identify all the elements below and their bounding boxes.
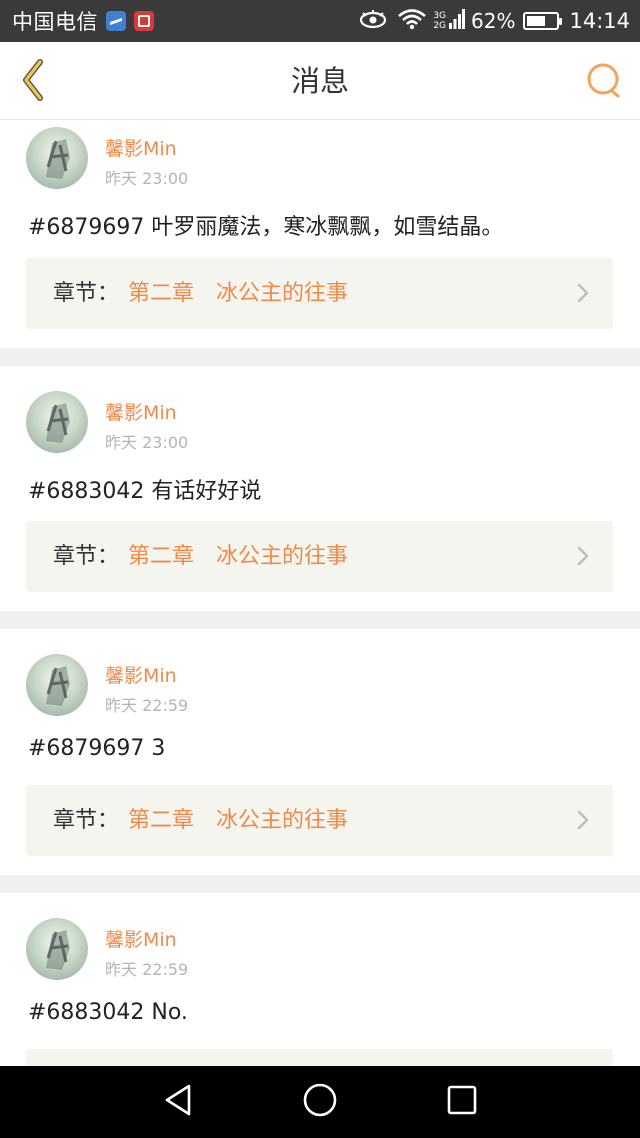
chapter-label: 章节： [53,281,120,306]
avatar[interactable] [26,918,88,980]
page-title: 消息 [290,64,349,98]
chevron-left-icon [18,58,50,106]
back-triangle-icon [163,1083,193,1121]
navigation-bar [0,1066,640,1138]
message-text: #6879697 3 [28,736,166,761]
message-card: 馨影Min 昨天 23:00 #6883042 有话好好说 章节： 第二章 冰公… [0,366,640,611]
eye-icon [359,9,387,33]
username[interactable]: 馨影Min [105,925,177,952]
health-app-icon [106,11,126,31]
timestamp: 昨天 22:59 [105,696,189,715]
chapter-link[interactable] [26,1049,613,1066]
nav-recents-button[interactable] [442,1082,482,1122]
message-text: #6883042 No. [28,1000,188,1025]
news-app-icon [134,11,154,31]
network-type: 3G 2G [433,11,446,31]
message-card: 馨影Min 昨天 22:59 #6879697 3 章节： 第二章 冰公主的往事 [0,629,640,875]
chevron-right-icon [577,546,589,570]
avatar[interactable] [26,127,88,189]
network-type-top: 3G [433,11,447,21]
recents-square-icon [446,1084,478,1120]
avatar[interactable] [26,391,88,453]
timestamp: 昨天 22:59 [105,960,189,979]
message-list[interactable]: 馨影Min 昨天 23:00 #6879697 叶罗丽魔法，寒冰飘飘，如雪结晶。… [0,120,640,1066]
message-card: 馨影Min 昨天 22:59 #6883042 No. [0,893,640,1066]
chapter-link[interactable]: 章节： 第二章 冰公主的往事 [26,258,613,329]
chevron-right-icon [577,810,589,834]
battery-fill [527,16,545,26]
wifi-icon [397,8,427,34]
battery-percent: 62% [471,9,516,33]
chevron-right-icon [577,283,589,307]
timestamp: 昨天 23:00 [105,169,189,188]
chapter-link[interactable]: 章节： 第二章 冰公主的往事 [26,785,613,856]
nav-back-button[interactable] [158,1082,198,1122]
timestamp: 昨天 23:00 [105,433,189,452]
chapter-title: 第二章 冰公主的往事 [128,544,349,569]
signal-icon [449,8,466,34]
chapter-title: 第二章 冰公主的往事 [128,808,349,833]
status-bar-right: 3G 2G 62% 14:14 [359,0,630,42]
home-circle-icon [302,1082,338,1122]
clock: 14:14 [569,9,630,33]
username[interactable]: 馨影Min [105,398,177,425]
title-bar: 消息 [0,42,640,120]
back-button[interactable] [14,58,54,106]
card-separator [0,611,640,629]
card-separator [0,348,640,366]
status-bar-left: 中国电信 [12,0,154,42]
chapter-label: 章节： [53,808,120,833]
message-card: 馨影Min 昨天 23:00 #6879697 叶罗丽魔法，寒冰飘飘，如雪结晶。… [0,120,640,348]
chapter-title: 第二章 冰公主的往事 [128,281,349,306]
username[interactable]: 馨影Min [105,134,177,161]
status-bar: 中国电信 3G 2G 62% 14:14 [0,0,640,42]
search-icon [585,61,623,103]
message-text: #6883042 有话好好说 [28,479,262,504]
message-text: #6879697 叶罗丽魔法，寒冰飘飘，如雪结晶。 [28,215,504,240]
network-type-bottom: 2G [433,21,447,31]
avatar[interactable] [26,654,88,716]
card-separator [0,875,640,893]
chapter-link[interactable]: 章节： 第二章 冰公主的往事 [26,521,613,592]
username[interactable]: 馨影Min [105,661,177,688]
battery-icon [523,12,563,30]
carrier-name: 中国电信 [12,10,98,34]
search-button[interactable] [582,60,626,104]
chapter-label: 章节： [53,544,120,569]
nav-home-button[interactable] [300,1082,340,1122]
